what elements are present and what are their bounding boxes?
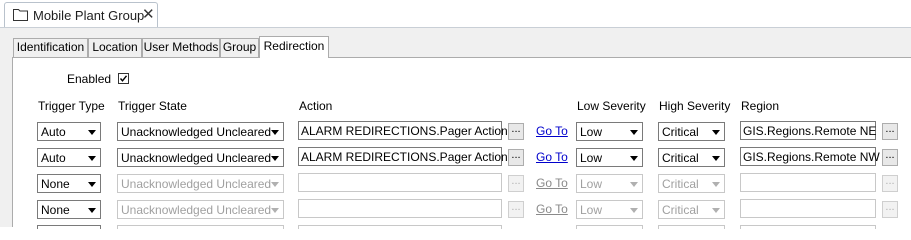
low-severity-select[interactable]: Low [576, 148, 643, 167]
chevron-down-icon [712, 130, 720, 135]
high-severity-select[interactable]: Critical [658, 148, 725, 167]
high-severity-select[interactable]: Critical [658, 122, 725, 141]
chevron-down-icon [271, 208, 279, 213]
close-icon[interactable]: ✕ [142, 6, 155, 23]
trigger-state-value: Unacknowledged Uncleared [121, 177, 272, 191]
tab-group[interactable]: Group [220, 38, 259, 57]
low-severity-value: Low [580, 125, 603, 139]
trigger-state-select[interactable]: Unacknowledged Uncleared [117, 200, 284, 219]
trigger-state-select[interactable]: Unacknowledged Uncleared [117, 174, 284, 193]
action-field[interactable] [298, 199, 502, 218]
action-value: ALARM REDIRECTIONS.Pager Action 2 [301, 150, 518, 164]
region-header: Region [741, 99, 780, 113]
low-severity-value: Low [580, 177, 603, 191]
chevron-down-icon [271, 182, 279, 187]
low-severity-select[interactable] [576, 225, 643, 229]
action-field[interactable] [298, 173, 502, 192]
trigger-type-value: Auto [41, 151, 66, 165]
low-severity-value: Low [580, 203, 603, 217]
low-severity-select[interactable]: Low [576, 122, 643, 141]
trigger-state-value: Unacknowledged Uncleared [121, 151, 272, 165]
high-severity-select[interactable] [658, 225, 725, 229]
action-value: ALARM REDIRECTIONS.Pager Action 1 [301, 124, 518, 138]
region-browse-button[interactable]: ... [882, 201, 898, 218]
chevron-down-icon [630, 156, 638, 161]
trigger-type-select[interactable]: Auto [37, 122, 101, 141]
trigger-type-value: None [41, 203, 70, 217]
action-browse-button[interactable]: ... [508, 201, 524, 218]
high-severity-value: Critical [662, 125, 699, 139]
chevron-down-icon [88, 182, 96, 187]
high-severity-select[interactable]: Critical [658, 174, 725, 193]
enabled-checkbox[interactable] [118, 73, 129, 84]
checkmark-icon [119, 75, 128, 82]
chevron-down-icon [630, 130, 638, 135]
region-value: GIS.Regions.Remote NW [743, 150, 880, 164]
tab-user-methods[interactable]: User Methods [142, 38, 220, 57]
chevron-down-icon [630, 182, 638, 187]
region-field[interactable]: GIS.Regions.Remote NE [740, 121, 876, 140]
chevron-down-icon [88, 208, 96, 213]
folder-icon [13, 9, 28, 21]
go-to-link[interactable]: Go To [536, 176, 568, 190]
high-severity-value: Critical [662, 203, 699, 217]
action-header: Action [299, 99, 333, 113]
high-severity-select[interactable]: Critical [658, 200, 725, 219]
chevron-down-icon [712, 182, 720, 187]
trigger-state-value: Unacknowledged Uncleared [121, 125, 272, 139]
chevron-down-icon [271, 156, 279, 161]
chevron-down-icon [88, 156, 96, 161]
region-browse-button[interactable]: ... [882, 123, 898, 140]
tab-identification[interactable]: Identification [13, 38, 88, 57]
trigger-type-select[interactable] [37, 225, 101, 229]
trigger-type-value: Auto [41, 125, 66, 139]
region-field[interactable]: GIS.Regions.Remote NW [740, 147, 880, 166]
region-field[interactable] [740, 199, 876, 218]
go-to-link[interactable]: Go To [536, 202, 568, 216]
low-severity-select[interactable]: Low [576, 200, 643, 219]
action-browse-button[interactable]: ... [508, 175, 524, 192]
document-tab-title: Mobile Plant Group [33, 8, 145, 23]
region-field[interactable] [740, 225, 876, 229]
trigger-type-header: Trigger Type [38, 99, 105, 113]
trigger-state-value: Unacknowledged Uncleared [121, 203, 272, 217]
action-browse-button[interactable]: ... [508, 123, 524, 140]
region-browse-button[interactable]: ... [882, 149, 898, 166]
chevron-down-icon [712, 208, 720, 213]
trigger-state-select[interactable]: Unacknowledged Uncleared [117, 122, 284, 141]
region-value: GIS.Regions.Remote NE [743, 124, 877, 138]
trigger-type-select[interactable]: None [37, 174, 101, 193]
region-browse-button[interactable]: ... [882, 175, 898, 192]
high-severity-header: High Severity [659, 99, 731, 113]
trigger-type-select[interactable]: Auto [37, 148, 101, 167]
trigger-type-value: None [41, 177, 70, 191]
high-severity-value: Critical [662, 151, 699, 165]
action-field[interactable]: ALARM REDIRECTIONS.Pager Action 2 [298, 147, 518, 166]
document-tab-mobile-plant-group[interactable]: Mobile Plant Group ✕ [4, 2, 158, 27]
tab-redirection[interactable]: Redirection [259, 36, 329, 58]
region-field[interactable] [740, 173, 876, 192]
tab-location[interactable]: Location [88, 38, 142, 57]
trigger-type-select[interactable]: None [37, 200, 101, 219]
trigger-state-header: Trigger State [118, 99, 187, 113]
go-to-link[interactable]: Go To [536, 124, 568, 138]
action-field[interactable]: ALARM REDIRECTIONS.Pager Action 1 [298, 121, 518, 140]
action-browse-button[interactable]: ... [508, 149, 524, 166]
chevron-down-icon [630, 208, 638, 213]
trigger-state-select[interactable]: Unacknowledged Uncleared [117, 148, 284, 167]
trigger-state-select[interactable] [117, 225, 284, 229]
low-severity-select[interactable]: Low [576, 174, 643, 193]
low-severity-value: Low [580, 151, 603, 165]
chevron-down-icon [271, 130, 279, 135]
action-field[interactable] [298, 225, 502, 229]
chevron-down-icon [712, 156, 720, 161]
high-severity-value: Critical [662, 177, 699, 191]
low-severity-header: Low Severity [577, 99, 646, 113]
enabled-label: Enabled [67, 72, 112, 86]
chevron-down-icon [88, 130, 96, 135]
go-to-link[interactable]: Go To [536, 150, 568, 164]
